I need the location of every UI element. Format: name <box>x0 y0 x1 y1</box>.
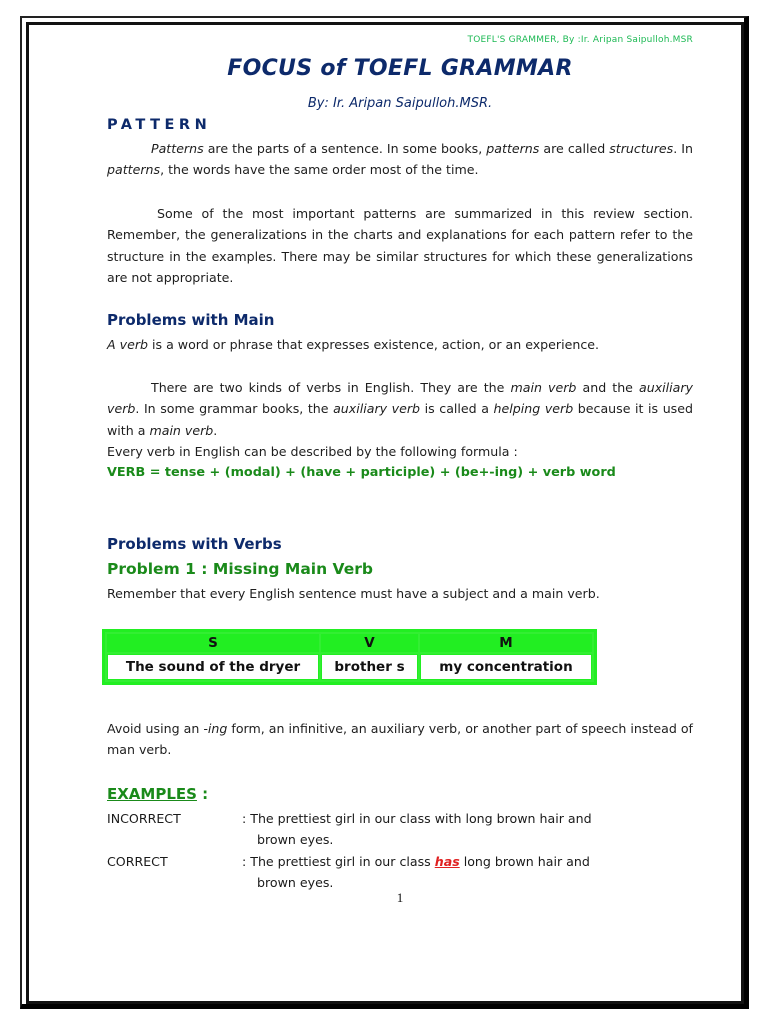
examples-heading: EXAMPLES : <box>107 785 209 803</box>
svm-table-header-row: S V M <box>107 634 592 652</box>
svm-table: S V M The sound of the dryer brother s m… <box>102 629 597 685</box>
verb-formula: VERB = tense + (modal) + (have + partici… <box>107 465 616 480</box>
verb-kinds-paragraph: There are two kinds of verbs in English.… <box>107 380 694 438</box>
document-title: FOCUS of TOEFL GRAMMAR <box>227 56 573 81</box>
page-number: 1 <box>396 890 404 905</box>
svm-cell-modifier: my concentration <box>420 654 592 680</box>
svm-header-v: V <box>321 634 418 652</box>
section-heading-problems-with-main: Problems with Main <box>107 311 275 329</box>
author-byline: By: Ir. Aripan Saipulloh.MSR. <box>307 96 493 111</box>
example-incorrect-sentence: : The prettiest girl in our class with l… <box>242 811 592 848</box>
subject-verb-rule: Remember that every English sentence mus… <box>107 586 600 601</box>
example-correct-sentence: : The prettiest girl in our class has lo… <box>242 854 590 891</box>
svm-table-row: The sound of the dryer brother s my conc… <box>107 654 592 680</box>
section-heading-problems-with-verbs: Problems with Verbs <box>107 535 282 553</box>
example-incorrect-label: INCORRECT <box>107 811 181 826</box>
verb-definition-paragraph: A verb is a word or phrase that expresse… <box>107 337 600 352</box>
highlighted-verb: has <box>434 854 460 869</box>
example-correct-label: CORRECT <box>107 854 168 869</box>
svm-cell-subject: The sound of the dryer <box>107 654 319 680</box>
running-header: TOEFL'S GRAMMER, By :Ir. Aripan Saipullo… <box>467 35 693 45</box>
pattern-paragraph-2: Some of the most important patterns are … <box>107 206 693 285</box>
pattern-paragraph-1: Patterns are the parts of a sentence. In… <box>107 141 693 178</box>
section-heading-pattern: PATTERN <box>107 117 212 133</box>
avoid-ing-paragraph: Avoid using an -ing form, an infinitive,… <box>107 721 693 758</box>
svm-header-s: S <box>107 634 319 652</box>
formula-intro: Every verb in English can be described b… <box>107 444 518 459</box>
svm-cell-verb: brother s <box>321 654 418 680</box>
svm-header-m: M <box>420 634 592 652</box>
problem-1-heading: Problem 1 : Missing Main Verb <box>107 560 373 578</box>
